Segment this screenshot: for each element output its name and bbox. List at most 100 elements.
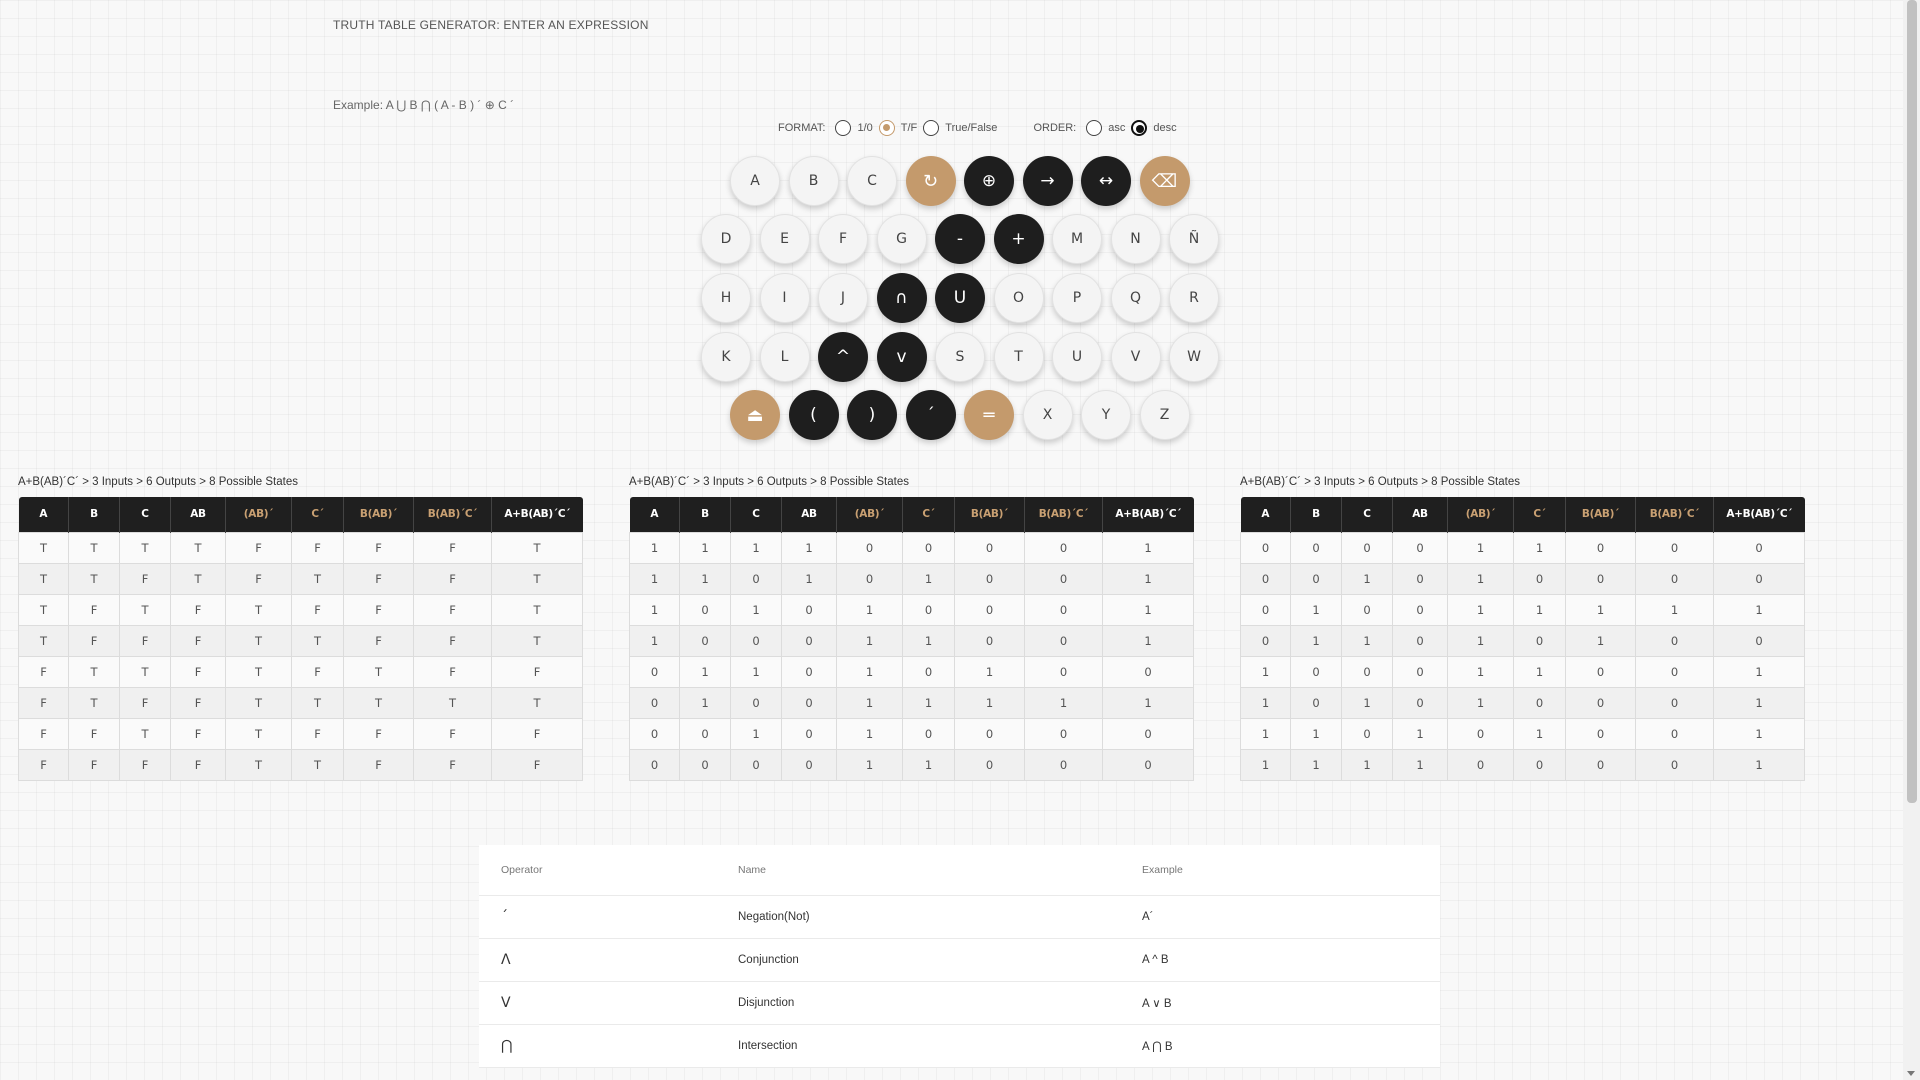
- key-l[interactable]: L: [759, 332, 810, 382]
- key-p[interactable]: P: [1052, 273, 1102, 323]
- operator-symbol: ´: [501, 909, 508, 925]
- column-header: A: [1240, 497, 1291, 532]
- operator-name: Conjunction: [738, 954, 799, 966]
- table-cell: 0: [954, 562, 1025, 595]
- scrollbar-thumb[interactable]: [1907, 0, 1917, 803]
- table-cell: F: [343, 748, 414, 781]
- key-negation[interactable]: ´: [905, 390, 956, 440]
- table-row: FFFFTTFFF: [18, 748, 583, 781]
- key-i[interactable]: I: [759, 273, 810, 323]
- order-radio-asc[interactable]: [1086, 120, 1103, 136]
- key-t[interactable]: T: [993, 332, 1044, 382]
- table-row: TFFFTTFFT: [18, 624, 583, 657]
- operators-table: Operator Name Example ´ Negation(Not) A´…: [479, 845, 1440, 1068]
- table-cell: 0: [1290, 686, 1342, 719]
- column-header: A: [18, 497, 69, 532]
- table-cell: 0: [1713, 531, 1805, 564]
- key-f[interactable]: F: [818, 214, 868, 264]
- table-row: 101010001: [629, 593, 1194, 626]
- key-m[interactable]: M: [1052, 214, 1102, 264]
- format-radio-10[interactable]: [835, 120, 852, 136]
- table-row: FTTFTFTFF: [18, 655, 583, 688]
- key-r[interactable]: R: [1169, 273, 1219, 323]
- table-cell: T: [119, 655, 171, 688]
- key-o[interactable]: O: [993, 273, 1044, 323]
- column-header: (AB)´: [225, 497, 292, 532]
- key-u[interactable]: U: [1052, 332, 1102, 382]
- key-implication[interactable]: →: [1022, 156, 1073, 206]
- key-c[interactable]: C: [847, 156, 897, 206]
- format-option-10: 1/0: [857, 122, 873, 134]
- table-cell: 0: [1102, 748, 1194, 781]
- scroll-down-icon[interactable]: [1907, 1071, 1915, 1076]
- eject-icon[interactable]: ⏏: [730, 390, 780, 440]
- table-cell: 0: [1392, 624, 1448, 657]
- key-b[interactable]: B: [788, 156, 839, 206]
- table-cell: 0: [1635, 686, 1714, 719]
- key-k[interactable]: K: [701, 332, 751, 382]
- key-s[interactable]: S: [935, 332, 985, 382]
- key-h[interactable]: H: [701, 273, 751, 323]
- key-j[interactable]: J: [818, 273, 868, 323]
- key-union[interactable]: U: [935, 273, 985, 323]
- table-cell: T: [291, 624, 344, 657]
- table-cell: 1: [1240, 655, 1291, 688]
- table-row: 010011111: [1240, 593, 1805, 626]
- backspace-icon[interactable]: ⌫: [1139, 156, 1190, 206]
- column-header: A: [629, 497, 680, 532]
- table-cell: 0: [781, 624, 837, 657]
- table-cell: T: [119, 593, 171, 626]
- key-w[interactable]: W: [1169, 332, 1219, 382]
- table-header-row: A B C AB (AB)´ C´ B(AB)´ B(AB)´C´ A+B(AB)´C´: [18, 497, 583, 532]
- key-v[interactable]: V: [1110, 332, 1161, 382]
- key-q[interactable]: Q: [1110, 273, 1161, 323]
- column-header: B(AB)´C´: [1024, 497, 1103, 532]
- table-cell: 1: [1290, 593, 1342, 626]
- table-row: TTFTFTFFT: [18, 562, 583, 595]
- table-cell: 1: [1447, 531, 1514, 564]
- key-disjunction[interactable]: v: [876, 332, 927, 382]
- key-enye[interactable]: Ñ: [1169, 214, 1219, 264]
- key-close-paren[interactable]: ): [847, 390, 897, 440]
- table-cell: T: [291, 748, 344, 781]
- table-cell: 1: [1447, 562, 1514, 595]
- reset-icon[interactable]: ↻: [905, 156, 956, 206]
- table-cell: 1: [679, 655, 731, 688]
- operator-example: A ^ B: [1142, 954, 1169, 966]
- table-cell: 0: [1240, 531, 1291, 564]
- table-cell: F: [170, 593, 226, 626]
- key-e[interactable]: E: [759, 214, 810, 264]
- table-cell: 0: [1341, 655, 1393, 688]
- format-radio-tf[interactable]: [878, 120, 895, 136]
- table-cell: T: [225, 686, 292, 719]
- table-cell: 1: [629, 593, 680, 626]
- table-cell: 1: [1713, 686, 1805, 719]
- table-cell: 1: [1341, 562, 1393, 595]
- scrollbar[interactable]: [1903, 0, 1920, 1080]
- key-y[interactable]: Y: [1081, 390, 1131, 440]
- table-cell: T: [170, 562, 226, 595]
- table-cell: T: [68, 562, 120, 595]
- key-xor[interactable]: ⊕: [964, 156, 1014, 206]
- key-x[interactable]: X: [1022, 390, 1073, 440]
- table-cell: T: [119, 531, 171, 564]
- order-radio-desc[interactable]: [1131, 120, 1148, 136]
- key-open-paren[interactable]: (: [788, 390, 839, 440]
- table-cell: 1: [1513, 717, 1566, 750]
- table-row: 100011001: [629, 624, 1194, 657]
- equals-icon[interactable]: ═: [964, 390, 1014, 440]
- table-cell: F: [413, 531, 492, 564]
- key-n[interactable]: N: [1110, 214, 1161, 264]
- key-z[interactable]: Z: [1139, 390, 1190, 440]
- key-conjunction[interactable]: ^: [818, 332, 868, 382]
- key-intersection[interactable]: ∩: [876, 273, 927, 323]
- key-biconditional[interactable]: ↔: [1081, 156, 1131, 206]
- key-g[interactable]: G: [876, 214, 927, 264]
- key-plus[interactable]: +: [993, 214, 1044, 264]
- key-a[interactable]: A: [730, 156, 780, 206]
- key-difference[interactable]: -: [935, 214, 985, 264]
- format-radio-truefalse[interactable]: [923, 120, 940, 136]
- key-d[interactable]: D: [701, 214, 751, 264]
- operators-header: Operator Name Example: [479, 845, 1440, 896]
- table-cell: 1: [629, 531, 680, 564]
